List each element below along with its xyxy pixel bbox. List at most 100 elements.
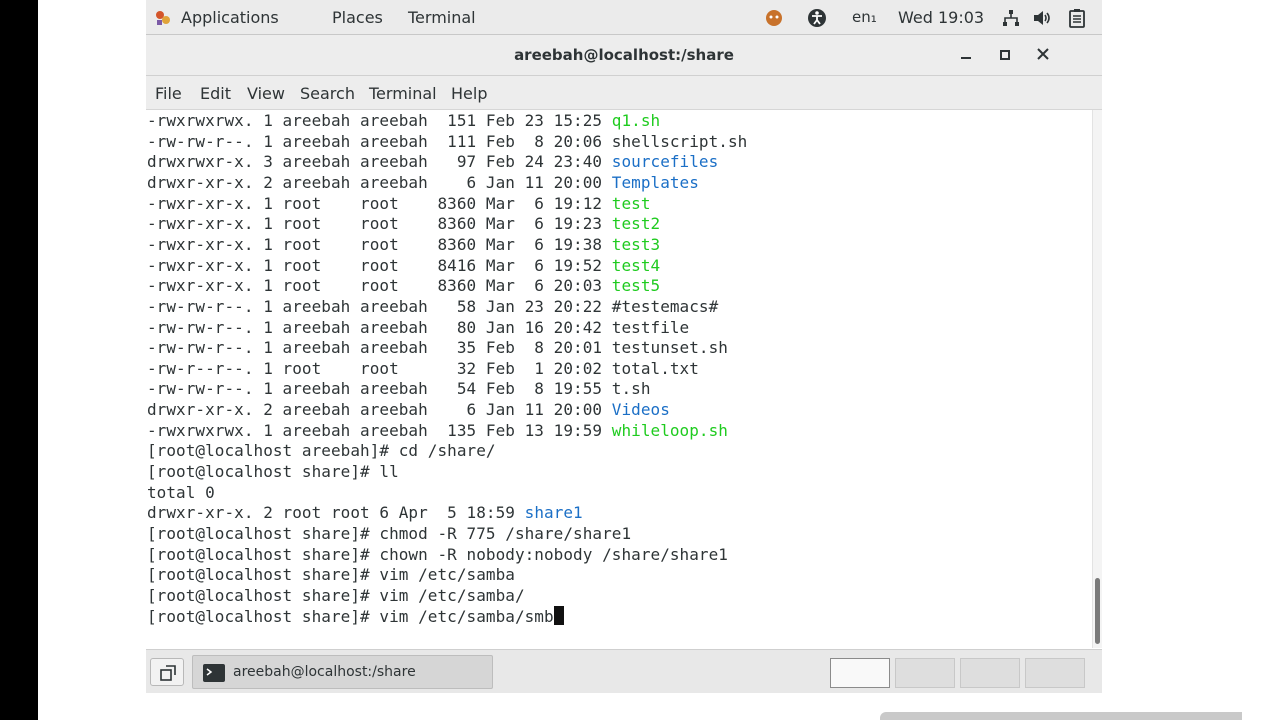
- screen-bottom-edge: [880, 712, 1242, 720]
- taskbar-window-terminal[interactable]: areebah@localhost:/share: [192, 655, 493, 689]
- file-name: total.txt: [611, 358, 699, 378]
- executable-name: whileloop.sh: [611, 420, 728, 440]
- maximize-button[interactable]: [995, 45, 1015, 65]
- terminal-line: -rwxrwxrwx. 1 areebah areebah 151 Feb 23…: [147, 110, 660, 131]
- terminal-menubar: File Edit View Search Terminal Help: [146, 76, 1102, 110]
- menu-help[interactable]: Help: [451, 84, 487, 103]
- terminal-scrollbar[interactable]: [1092, 110, 1102, 648]
- terminal-line: [root@localhost areebah]# cd /share/: [147, 440, 496, 461]
- terminal-line: -rwxrwxrwx. 1 areebah areebah 135 Feb 13…: [147, 420, 728, 441]
- minimize-button[interactable]: [956, 45, 976, 65]
- terminal-line: [root@localhost share]# vim /etc/samba/s…: [147, 605, 564, 627]
- file-name: shellscript.sh: [611, 131, 748, 151]
- terminal-line-text: [root@localhost share]# vim /etc/samba: [147, 565, 515, 585]
- terminal-app-menu[interactable]: Terminal: [408, 8, 476, 27]
- clock[interactable]: Wed 19:03: [898, 8, 984, 27]
- directory-name: sourcefiles: [611, 152, 719, 172]
- terminal-line: -rw-rw-r--. 1 areebah areebah 58 Jan 23 …: [147, 296, 718, 317]
- terminal-line: [root@localhost share]# chown -R nobody:…: [147, 544, 728, 565]
- terminal-line: drwxr-xr-x. 2 root root 6 Apr 5 18:59 sh…: [147, 502, 583, 523]
- places-menu[interactable]: Places: [332, 8, 383, 27]
- terminal-line: -rw-rw-r--. 1 areebah areebah 80 Jan 16 …: [147, 317, 689, 338]
- file-name: testunset.sh: [611, 338, 728, 358]
- terminal-line-text: -rw-rw-r--. 1 areebah areebah 111 Feb 8 …: [147, 131, 612, 151]
- menu-edit[interactable]: Edit: [200, 84, 231, 103]
- workspace-3[interactable]: [960, 658, 1020, 688]
- terminal-line: -rw-rw-r--. 1 areebah areebah 54 Feb 8 1…: [147, 378, 651, 399]
- maximize-icon: [1000, 50, 1010, 60]
- executable-name: test: [611, 193, 651, 213]
- executable-name: test3: [611, 234, 661, 254]
- terminal-line-text: -rwxr-xr-x. 1 root root 8416 Mar 6 19:52: [147, 255, 612, 275]
- executable-name: test2: [611, 214, 661, 234]
- volume-icon[interactable]: [1032, 9, 1052, 27]
- terminal-line-text: -rw-rw-r--. 1 areebah areebah 80 Jan 16 …: [147, 317, 612, 337]
- file-name: testfile: [611, 317, 690, 337]
- executable-name: test4: [611, 255, 661, 275]
- directory-name: share1: [524, 503, 583, 523]
- terminal-line-text: [root@localhost share]# chmod -R 775 /sh…: [147, 524, 632, 543]
- window-titlebar[interactable]: areebah@localhost:/share: [146, 35, 1102, 76]
- show-desktop-icon: [160, 665, 176, 681]
- network-icon[interactable]: [1002, 9, 1020, 27]
- terminal-line-text: -rwxrwxrwx. 1 areebah areebah 135 Feb 13…: [147, 420, 612, 440]
- terminal-line-text: [root@localhost areebah]# cd /share/: [147, 441, 496, 461]
- terminal-line-text: -rwxr-xr-x. 1 root root 8360 Mar 6 19:38: [147, 234, 612, 254]
- applications-icon: [156, 11, 170, 25]
- terminal-output[interactable]: -rwxrwxrwx. 1 areebah areebah 151 Feb 23…: [146, 110, 1092, 648]
- terminal-line-text: [root@localhost share]# vim /etc/samba/: [147, 585, 525, 605]
- executable-name: test5: [611, 276, 661, 296]
- menu-view[interactable]: View: [247, 84, 285, 103]
- terminal-line-text: -rwxr-xr-x. 1 root root 8360 Mar 6 20:03: [147, 276, 612, 296]
- input-language-indicator[interactable]: en₁: [852, 8, 877, 26]
- workspace-4[interactable]: [1025, 658, 1085, 688]
- terminal-icon: [203, 664, 225, 682]
- applications-menu[interactable]: Applications: [181, 8, 279, 27]
- top-panel: Applications Places Terminal en₁ Wed 19:…: [146, 0, 1102, 35]
- terminal-line-text: drwxr-xr-x. 2 root root 6 Apr 5 18:59: [147, 503, 525, 523]
- terminal-line: -rwxr-xr-x. 1 root root 8360 Mar 6 19:23…: [147, 213, 660, 234]
- battery-icon[interactable]: [1068, 8, 1086, 28]
- menu-search[interactable]: Search: [300, 84, 355, 103]
- terminal-line-text: drwxrwxr-x. 3 areebah areebah 97 Feb 24 …: [147, 152, 612, 172]
- accessibility-icon[interactable]: [807, 8, 827, 28]
- bottom-taskbar: areebah@localhost:/share: [146, 649, 1102, 693]
- taskbar-window-label: areebah@localhost:/share: [233, 664, 416, 680]
- terminal-line: [root@localhost share]# ll: [147, 461, 399, 482]
- terminal-line: -rw-rw-r--. 1 areebah areebah 35 Feb 8 2…: [147, 337, 728, 358]
- terminal-line: -rwxr-xr-x. 1 root root 8360 Mar 6 19:12…: [147, 193, 651, 214]
- menu-terminal[interactable]: Terminal: [369, 84, 437, 103]
- directory-name: Videos: [611, 400, 670, 420]
- notification-icon[interactable]: [765, 9, 783, 27]
- close-button[interactable]: [1033, 45, 1053, 65]
- terminal-line-text: -rw-rw-r--. 1 areebah areebah 58 Jan 23 …: [147, 296, 612, 316]
- terminal-line-text: total 0: [147, 482, 215, 502]
- terminal-line: drwxr-xr-x. 2 areebah areebah 6 Jan 11 2…: [147, 399, 670, 420]
- close-icon: [1037, 48, 1049, 60]
- terminal-line-text: -rw-rw-r--. 1 areebah areebah 54 Feb 8 1…: [147, 379, 612, 399]
- terminal-line: drwxrwxr-x. 3 areebah areebah 97 Feb 24 …: [147, 151, 718, 172]
- terminal-line-text: drwxr-xr-x. 2 areebah areebah 6 Jan 11 2…: [147, 400, 612, 420]
- file-name: t.sh: [611, 379, 651, 399]
- menu-file[interactable]: File: [155, 84, 182, 103]
- workspace-2[interactable]: [895, 658, 955, 688]
- terminal-line: -rwxr-xr-x. 1 root root 8360 Mar 6 20:03…: [147, 275, 660, 296]
- terminal-line-text: -rwxr-xr-x. 1 root root 8360 Mar 6 19:23: [147, 214, 612, 234]
- terminal-line-text: [root@localhost share]# chown -R nobody:…: [147, 544, 728, 564]
- terminal-line: total 0: [147, 482, 215, 503]
- minimize-icon: [961, 57, 971, 59]
- terminal-line: -rwxr-xr-x. 1 root root 8416 Mar 6 19:52…: [147, 255, 660, 276]
- terminal-line-text: -rwxr-xr-x. 1 root root 8360 Mar 6 19:12: [147, 193, 612, 213]
- terminal-line-text: [root@localhost share]# vim /etc/samba/s…: [147, 606, 554, 626]
- terminal-line-text: drwxr-xr-x. 2 areebah areebah 6 Jan 11 2…: [147, 172, 612, 192]
- workspace-1[interactable]: [830, 658, 890, 688]
- screen-border: [1242, 0, 1280, 720]
- terminal-line-text: -rw-r--r--. 1 root root 32 Feb 1 20:02: [147, 358, 612, 378]
- terminal-line: [root@localhost share]# vim /etc/samba: [147, 564, 515, 585]
- directory-name: Templates: [611, 172, 699, 192]
- terminal-line-text: [root@localhost share]# ll: [147, 462, 399, 482]
- terminal-line: -rw-rw-r--. 1 areebah areebah 111 Feb 8 …: [147, 131, 747, 152]
- terminal-cursor: [553, 605, 564, 625]
- show-desktop-button[interactable]: [150, 658, 184, 686]
- scrollbar-thumb[interactable]: [1095, 578, 1100, 644]
